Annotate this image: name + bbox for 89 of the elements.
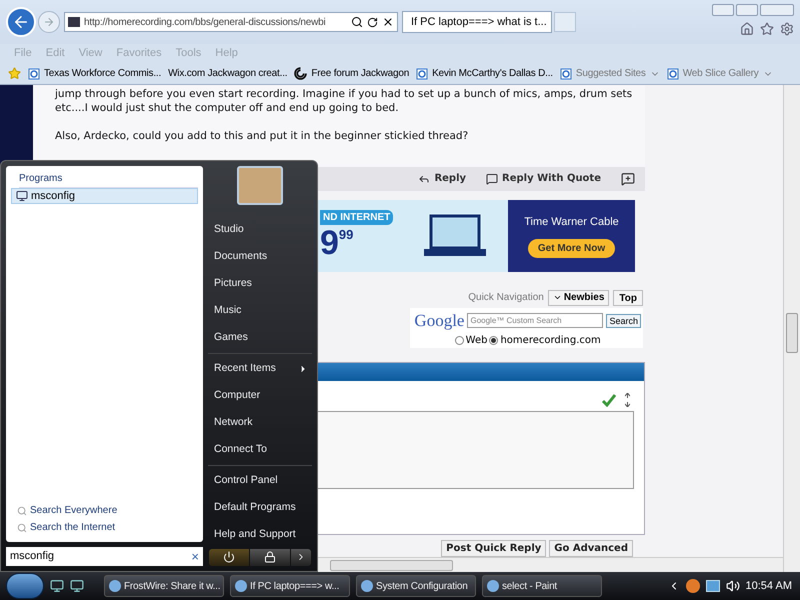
search-icon xyxy=(17,506,27,516)
stop-icon[interactable] xyxy=(382,16,394,28)
post-paragraph: Also, Ardecko, could you add to this and put it in the beginner stickied thread? xyxy=(55,129,470,143)
start-menu-item[interactable]: Default Programs xyxy=(208,494,312,522)
power-icon xyxy=(223,551,235,564)
start-menu-item[interactable]: Games xyxy=(208,324,312,352)
search-icon[interactable] xyxy=(351,16,363,28)
lock-button[interactable] xyxy=(250,548,290,566)
page-icon xyxy=(28,68,40,80)
forward-arrow-icon xyxy=(43,16,55,28)
shutdown-options-button[interactable] xyxy=(291,548,311,566)
start-button[interactable] xyxy=(6,573,44,599)
start-menu-item[interactable]: Connect To xyxy=(208,436,312,464)
start-menu-item[interactable]: Network xyxy=(208,410,312,437)
forum-dropdown[interactable]: Newbies xyxy=(548,290,610,306)
favorites-link[interactable]: Free forum Jackwagon xyxy=(294,66,410,81)
clear-search-button[interactable]: × xyxy=(191,546,199,566)
start-menu-item[interactable]: Control Panel xyxy=(208,468,312,495)
tab-title: If PC laptop===> what is t... xyxy=(411,14,547,30)
app-icon xyxy=(487,580,499,592)
top-button[interactable]: Top xyxy=(613,290,643,306)
post-paragraph: jump through before you even start recording. Imagine if you had to set up a bunch of mics, amps, drum sets etc....I would just shut the computer off and end up going to bed. xyxy=(55,87,634,115)
app-icon xyxy=(235,580,247,592)
taskbar-button[interactable]: FrostWire: Share it w... xyxy=(104,575,224,597)
page-icon xyxy=(560,68,572,80)
search-scope-radio[interactable]: Web xyxy=(454,333,488,348)
taskbar-button[interactable]: If PC laptop===> w... xyxy=(230,575,350,597)
taskbar-button[interactable]: select - Paint xyxy=(482,575,602,597)
search-link[interactable]: Search the Internet xyxy=(11,519,198,536)
back-button[interactable] xyxy=(6,7,36,37)
ad-panel[interactable]: Time Warner Cable Get More Now xyxy=(508,200,635,272)
vertical-scrollbar[interactable] xyxy=(783,85,800,572)
program-result[interactable]: msconfig xyxy=(11,188,198,204)
browser-tab[interactable]: If PC laptop===> what is t... xyxy=(402,11,552,33)
app-icon xyxy=(361,580,373,592)
start-menu-item[interactable]: Studio xyxy=(208,216,312,244)
start-menu-item[interactable]: Documents xyxy=(208,244,312,271)
settings-icon[interactable] xyxy=(780,22,794,36)
search-scope-radio[interactable]: homerecording.com xyxy=(489,333,601,348)
resize-icon[interactable] xyxy=(625,393,630,408)
start-search-field[interactable]: msconfig × xyxy=(6,547,203,566)
form-button[interactable]: Post Quick Reply xyxy=(441,540,546,557)
program-icon xyxy=(16,190,28,202)
ad-price: 9 xyxy=(320,225,339,262)
start-menu-item[interactable]: Music xyxy=(208,298,312,325)
reply-link[interactable]: Reply xyxy=(418,171,466,186)
home-icon[interactable] xyxy=(740,22,754,36)
site-icon xyxy=(68,17,80,27)
power-button[interactable] xyxy=(209,548,249,566)
spellcheck-icon[interactable] xyxy=(601,393,617,408)
laptop-icon xyxy=(423,214,488,258)
favorites-link[interactable]: Wix.com Jackwagon creat... xyxy=(168,66,288,81)
ad-brand: Time Warner Cable xyxy=(524,215,619,230)
search-icon xyxy=(17,522,27,532)
favorites-link[interactable]: Kevin McCarthy's Dallas D... xyxy=(416,66,553,81)
address-bar[interactable]: http://homerecording.com/bbs/general-discussions/newbi xyxy=(64,12,398,32)
app-icon xyxy=(109,580,121,592)
user-picture xyxy=(237,166,283,205)
start-menu-item[interactable]: Help and Support xyxy=(208,522,312,549)
quote-icon xyxy=(486,172,498,185)
multi-quote-icon[interactable] xyxy=(621,172,635,186)
swirl-icon xyxy=(294,67,308,80)
search-text: msconfig xyxy=(10,549,56,564)
ad-cents: 99 xyxy=(338,226,354,244)
start-menu-item[interactable]: Recent Items xyxy=(208,356,312,383)
quick-navigation-label: Quick Navigation xyxy=(468,291,544,306)
favorites-link[interactable]: Texas Workforce Commis... xyxy=(28,66,162,81)
search-button[interactable]: Search xyxy=(606,314,641,328)
page-icon xyxy=(416,68,428,80)
volume-icon[interactable] xyxy=(726,579,740,593)
show-desktop-icon[interactable] xyxy=(50,579,64,593)
address-text: http://homerecording.com/bbs/general-discussions/newbi xyxy=(84,16,327,30)
page-icon xyxy=(666,68,679,80)
form-button[interactable]: Go Advanced xyxy=(549,540,633,557)
ad-cta-button[interactable]: Get More Now xyxy=(528,238,616,258)
search-link[interactable]: Search Everywhere xyxy=(11,502,198,519)
start-menu-item[interactable]: Pictures xyxy=(208,270,312,298)
reply-link[interactable]: Reply With Quote xyxy=(486,171,601,186)
refresh-icon[interactable] xyxy=(367,16,378,28)
google-logo: Google xyxy=(414,310,464,332)
clock[interactable]: 10:54 AM xyxy=(746,578,792,594)
start-menu-item[interactable]: Computer xyxy=(208,382,312,410)
lock-icon xyxy=(264,551,276,564)
favorites-icon[interactable] xyxy=(760,22,774,36)
network-icon[interactable] xyxy=(706,580,720,592)
ad-headline: ND INTERNET xyxy=(320,210,394,226)
taskbar-button[interactable]: System Configuration xyxy=(356,575,476,597)
search-field[interactable]: Google™ Custom Search xyxy=(467,313,604,328)
tray-app-icon[interactable] xyxy=(686,579,700,593)
